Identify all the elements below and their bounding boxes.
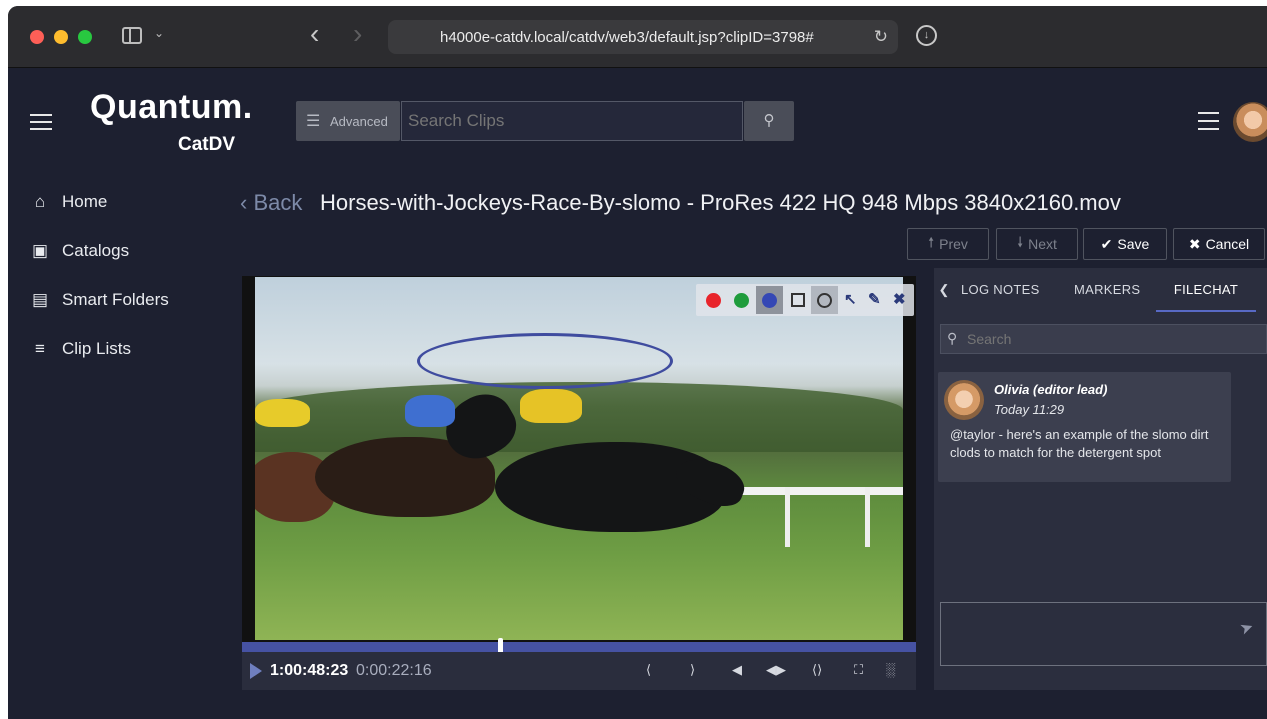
sidebar-item-catalogs[interactable]: ▣ Catalogs <box>30 239 129 263</box>
home-icon: ⌂ <box>34 192 46 211</box>
message-body: @taylor - here's an example of the slomo… <box>950 427 1209 460</box>
url-text: h4000e-catdv.local/catdv/web3/default.js… <box>440 29 814 46</box>
player-controls: 1:00:48:23 0:00:22:16 ⟨ ⟩ ◀ ◀▶ ⟨⟩ ⛶ ░ <box>242 652 916 690</box>
go-to-in-out-icon[interactable]: ◀▶ <box>766 662 786 678</box>
search-button[interactable]: ⚲ <box>744 101 794 141</box>
search-icon: ⚲ <box>947 330 958 346</box>
red-color-swatch[interactable] <box>706 293 721 308</box>
tab-markers[interactable]: MARKERS <box>1074 268 1148 312</box>
annotation-ellipse[interactable] <box>417 333 673 389</box>
sidebar-item-label: Smart Folders <box>62 290 169 309</box>
message-author: Olivia (editor lead) <box>994 382 1108 397</box>
sidebar-item-label: Clip Lists <box>62 339 131 358</box>
advanced-search-button[interactable]: ☰ Advanced <box>296 101 400 141</box>
search-icon: ⚲ <box>763 112 775 129</box>
close-icon[interactable]: ✖ <box>893 290 906 308</box>
close-icon: ✖ <box>1188 235 1201 252</box>
zoom-window-button[interactable] <box>78 30 92 44</box>
play-icon[interactable] <box>250 663 262 679</box>
user-menu-icon[interactable] <box>1198 112 1219 130</box>
save-button[interactable]: ✔ Save <box>1083 228 1167 260</box>
timeline-scrubber[interactable] <box>242 642 916 652</box>
download-icon[interactable]: ↓ <box>916 25 937 46</box>
green-color-swatch[interactable] <box>734 293 749 308</box>
message-timestamp: Today 11:29 <box>994 402 1065 417</box>
sidebar-item-clip-lists[interactable]: ≡ Clip Lists <box>30 337 131 361</box>
tab-filechat[interactable]: FILECHAT <box>1156 268 1256 312</box>
current-timecode: 1:00:48:23 <box>270 662 349 679</box>
check-icon: ✔ <box>1100 235 1113 252</box>
app-window: ⌄ ‹ › h4000e-catdv.local/catdv/web3/defa… <box>8 6 1267 719</box>
back-icon[interactable]: ‹ <box>310 20 319 48</box>
clip-title: Horses-with-Jockeys-Race-By-slomo - ProR… <box>320 190 1121 215</box>
address-bar[interactable]: h4000e-catdv.local/catdv/web3/default.js… <box>388 20 898 54</box>
pen-tool-icon[interactable]: ✎ <box>868 290 881 308</box>
arrow-tool-icon[interactable]: ↖ <box>844 290 857 308</box>
video-fence-post <box>865 487 870 547</box>
advanced-label: Advanced <box>330 114 388 129</box>
quantum-logo: Quantum. <box>90 88 253 126</box>
avatar <box>944 380 984 420</box>
video-frame[interactable] <box>255 277 903 640</box>
browser-toolbar: ⌄ ‹ › h4000e-catdv.local/catdv/web3/defa… <box>8 6 1267 68</box>
back-link[interactable]: ‹ Back <box>240 190 302 216</box>
list-box-icon: ▤ <box>31 290 49 309</box>
sidebar-item-smart-folders[interactable]: ▤ Smart Folders <box>30 288 169 312</box>
list-icon: ≡ <box>35 339 45 358</box>
chat-compose-box[interactable] <box>940 602 1267 666</box>
close-window-button[interactable] <box>30 30 44 44</box>
search-clips-input[interactable] <box>401 101 743 141</box>
video-fence-post <box>785 487 790 547</box>
blue-color-swatch[interactable] <box>762 293 777 308</box>
tab-log-notes[interactable]: LOG NOTES <box>961 268 1047 312</box>
arrow-up-icon: 🠕 <box>928 234 935 250</box>
chat-compose-input[interactable] <box>941 603 1266 665</box>
mark-in-icon[interactable]: ⟨ <box>646 662 651 678</box>
step-back-icon[interactable]: ◀ <box>732 662 742 678</box>
panel-search-box: ⚲ <box>940 324 1267 354</box>
user-avatar[interactable] <box>1233 102 1267 142</box>
video-jockey <box>255 399 310 427</box>
fullscreen-icon[interactable]: ⛶ <box>854 662 863 678</box>
sidebar-item-home[interactable]: ⌂ Home <box>30 190 108 214</box>
chevron-down-icon[interactable]: ⌄ <box>154 26 164 40</box>
chat-message: Olivia (editor lead) Today 11:29 @taylor… <box>938 372 1231 482</box>
bag-icon: ▣ <box>31 241 49 260</box>
video-jockey <box>405 395 455 427</box>
select-range-icon[interactable]: ⟨⟩ <box>812 662 822 678</box>
catdv-logo: CatDV <box>178 134 236 155</box>
cancel-button[interactable]: ✖ Cancel <box>1173 228 1265 260</box>
reload-icon[interactable]: ↻ <box>874 27 888 47</box>
ellipse-tool-icon[interactable] <box>817 293 832 308</box>
chevron-left-icon[interactable]: ❮ <box>934 268 954 312</box>
video-player: 1:00:48:23 0:00:22:16 ⟨ ⟩ ◀ ◀▶ ⟨⟩ ⛶ ░ <box>242 276 916 690</box>
chevron-left-icon: ‹ <box>240 190 254 215</box>
arrow-down-icon: 🠗 <box>1017 234 1024 250</box>
clip-duration: 0:00:22:16 <box>356 662 432 679</box>
sidebar-item-label: Catalogs <box>62 241 130 260</box>
minimize-window-button[interactable] <box>54 30 68 44</box>
side-panel: ❮ LOG NOTES MARKERS FILECHAT ⚲ Olivia (e… <box>934 268 1267 690</box>
sliders-icon: ☰ <box>306 113 321 130</box>
annotation-toolbar: ↖ ✎ ✖ <box>696 284 914 316</box>
next-button[interactable]: 🠗 Next <box>996 228 1078 260</box>
rectangle-tool-icon[interactable] <box>791 293 805 307</box>
video-jockey <box>520 389 582 423</box>
filechat-search-input[interactable] <box>967 327 1257 351</box>
prev-button[interactable]: 🠕 Prev <box>907 228 989 260</box>
mark-out-icon[interactable]: ⟩ <box>690 662 695 678</box>
sidebar-item-label: Home <box>62 192 108 211</box>
audio-levels-icon[interactable]: ░ <box>886 662 895 677</box>
forward-icon[interactable]: › <box>353 20 362 48</box>
sidebar-toggle-icon[interactable] <box>122 27 142 44</box>
main-menu-icon[interactable] <box>30 114 52 130</box>
